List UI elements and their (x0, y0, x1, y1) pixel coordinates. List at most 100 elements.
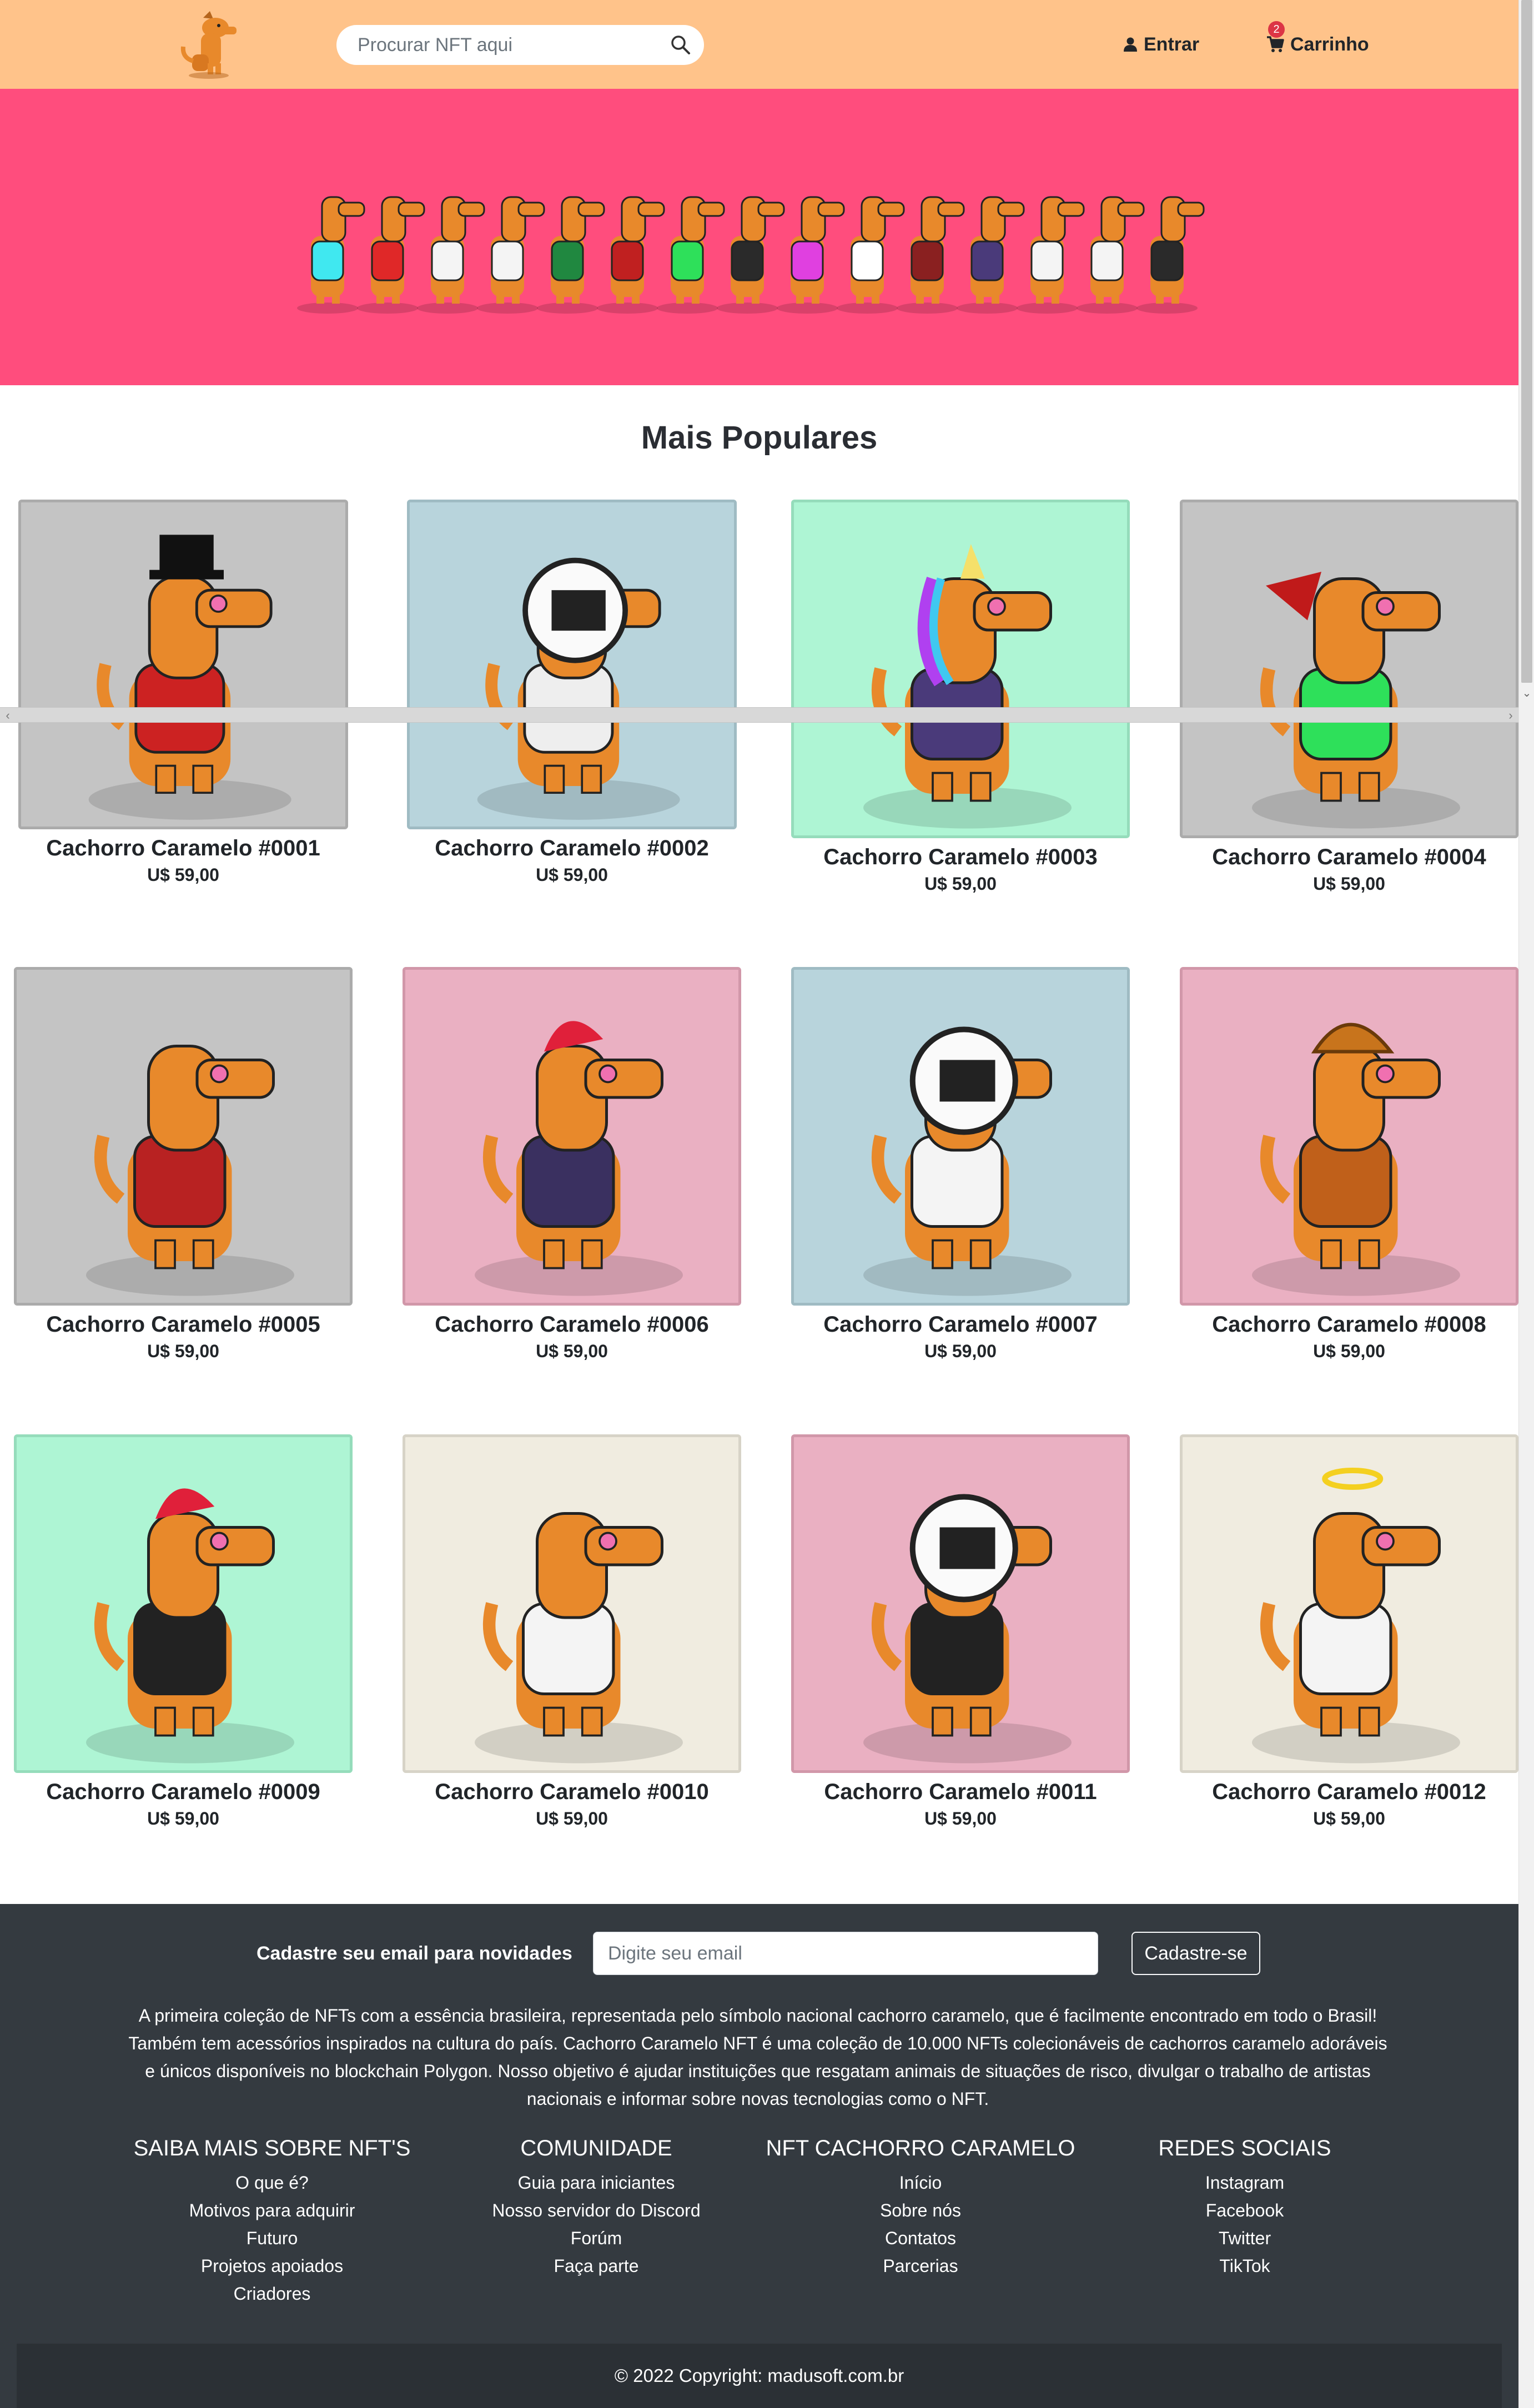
product-image[interactable] (403, 1434, 741, 1773)
scroll-left-icon[interactable]: ‹ (0, 708, 16, 723)
product-name[interactable]: Cachorro Caramelo #0005 (0, 1312, 366, 1337)
product-image[interactable] (1180, 500, 1518, 838)
footer-column-title: NFT Cachorro Caramelo (766, 2136, 1075, 2160)
footer-column-title: Redes Sociais (1158, 2136, 1331, 2160)
dog-nft-image (1252, 1468, 1460, 1764)
product-name[interactable]: Cachorro Caramelo #0008 (1166, 1312, 1532, 1337)
cart-link[interactable]: 2 Carrinho (1266, 21, 1369, 60)
product-price: U$ 59,00 (1313, 874, 1385, 894)
footer-link-motivos[interactable]: Motivos para adquirir (117, 2197, 427, 2224)
scroll-right-icon[interactable]: › (1503, 708, 1518, 723)
footer-column-nft: Saiba mais sobre NFT'S O que é? Motivos … (117, 2136, 427, 2308)
product-card[interactable]: Cachorro Caramelo #0012 U$ 59,00 (1166, 1434, 1532, 1834)
footer-link-inicio[interactable]: Início (765, 2169, 1076, 2197)
product-card[interactable]: Cachorro Caramelo #0007 U$ 59,00 (777, 967, 1144, 1367)
footer-link-projetos[interactable]: Projetos apoiados (117, 2252, 427, 2280)
product-card[interactable]: Cachorro Caramelo #0003 U$ 59,00 (777, 500, 1144, 899)
banner-dog (777, 196, 845, 314)
cart-icon (1267, 36, 1284, 52)
dog-nft-image (86, 1488, 294, 1764)
signup-button[interactable]: Cadastre-se (1131, 1932, 1260, 1975)
horizontal-scrollbar[interactable]: ‹ › (0, 707, 1518, 723)
product-name[interactable]: Cachorro Caramelo #0006 (389, 1312, 755, 1337)
footer: Cadastre seu email para novidades Cadast… (0, 1904, 1518, 2408)
product-image[interactable] (403, 967, 741, 1306)
product-price: U$ 59,00 (924, 874, 997, 894)
product-price: U$ 59,00 (924, 1808, 997, 1828)
scroll-down-icon[interactable]: ⌄ (1519, 686, 1534, 700)
product-name[interactable]: Cachorro Caramelo #0001 (0, 836, 366, 861)
product-card[interactable]: Cachorro Caramelo #0004 U$ 59,00 (1166, 500, 1532, 899)
product-image[interactable] (1180, 967, 1518, 1306)
product-image[interactable] (791, 500, 1130, 838)
product-card[interactable]: Cachorro Caramelo #0001 U$ 59,00 (0, 500, 366, 899)
product-price: U$ 59,00 (536, 865, 608, 885)
newsletter-label: Cadastre seu email para novidades (256, 1943, 572, 1964)
footer-link-o-que-e[interactable]: O que é? (117, 2169, 427, 2197)
product-name[interactable]: Cachorro Caramelo #0011 (777, 1780, 1144, 1805)
logo-dog-icon[interactable] (177, 8, 238, 80)
dog-nft-image (475, 1021, 683, 1296)
user-icon (1124, 37, 1137, 52)
dog-nft-image (1252, 1022, 1460, 1296)
footer-link-twitter[interactable]: Twitter (1089, 2224, 1400, 2252)
scrollbar-thumb[interactable] (1521, 0, 1532, 683)
banner-dogs-illustration (297, 196, 1205, 314)
dog-nft-image (863, 1026, 1072, 1296)
product-card[interactable]: Cachorro Caramelo #0006 U$ 59,00 (389, 967, 755, 1367)
product-image[interactable] (791, 967, 1130, 1306)
product-name[interactable]: Cachorro Caramelo #0003 (777, 845, 1144, 870)
dog-nft-image (863, 1494, 1072, 1764)
product-card[interactable]: Cachorro Caramelo #0008 U$ 59,00 (1166, 967, 1532, 1367)
banner-dog (717, 196, 785, 314)
dog-nft-image (1252, 572, 1460, 829)
product-name[interactable]: Cachorro Caramelo #0012 (1166, 1780, 1532, 1805)
footer-link-forum[interactable]: Forúm (441, 2224, 752, 2252)
product-name[interactable]: Cachorro Caramelo #0004 (1166, 845, 1532, 870)
product-card[interactable]: Cachorro Caramelo #0005 U$ 59,00 (0, 967, 366, 1367)
footer-link-sobre[interactable]: Sobre nós (765, 2197, 1076, 2224)
search-bar (336, 25, 704, 65)
product-image[interactable] (14, 1434, 353, 1773)
footer-column-title: Saiba mais sobre NFT'S (133, 2136, 411, 2160)
footer-column-caramelo: NFT Cachorro Caramelo Início Sobre nós C… (765, 2136, 1076, 2280)
product-image[interactable] (14, 967, 353, 1306)
email-field[interactable] (593, 1932, 1098, 1975)
product-name[interactable]: Cachorro Caramelo #0002 (389, 836, 755, 861)
product-image[interactable] (18, 500, 348, 829)
product-card[interactable]: Cachorro Caramelo #0011 U$ 59,00 (777, 1434, 1144, 1834)
footer-link-guia[interactable]: Guia para iniciantes (441, 2169, 752, 2197)
footer-link-parcerias[interactable]: Parcerias (765, 2252, 1076, 2280)
product-name[interactable]: Cachorro Caramelo #0009 (0, 1780, 366, 1805)
footer-link-tiktok[interactable]: TikTok (1089, 2252, 1400, 2280)
footer-link-contatos[interactable]: Contatos (765, 2224, 1076, 2252)
product-name[interactable]: Cachorro Caramelo #0007 (777, 1312, 1144, 1337)
footer-column-comunidade: Comunidade Guia para iniciantes Nosso se… (441, 2136, 752, 2280)
product-price: U$ 59,00 (147, 865, 219, 885)
footer-link-criadores[interactable]: Criadores (117, 2280, 427, 2308)
dog-nft-image (863, 544, 1072, 829)
search-icon[interactable] (670, 34, 692, 56)
footer-link-instagram[interactable]: Instagram (1089, 2169, 1400, 2197)
banner-dog (837, 196, 905, 314)
footer-link-facebook[interactable]: Facebook (1089, 2197, 1400, 2224)
cart-label: Carrinho (1290, 33, 1369, 55)
product-card[interactable]: Cachorro Caramelo #0009 U$ 59,00 (0, 1434, 366, 1834)
footer-link-futuro[interactable]: Futuro (117, 2224, 427, 2252)
product-name[interactable]: Cachorro Caramelo #0010 (389, 1780, 755, 1805)
product-card[interactable]: Cachorro Caramelo #0002 U$ 59,00 (389, 500, 755, 899)
search-input[interactable] (356, 25, 667, 65)
login-link[interactable]: Entrar (1123, 29, 1199, 60)
product-image[interactable] (1180, 1434, 1518, 1773)
footer-link-discord[interactable]: Nosso servidor do Discord (441, 2197, 752, 2224)
product-price: U$ 59,00 (147, 1341, 219, 1361)
footer-link-faca-parte[interactable]: Faça parte (441, 2252, 752, 2280)
vertical-scrollbar[interactable]: ⌄ (1518, 0, 1534, 2408)
product-card[interactable]: Cachorro Caramelo #0010 U$ 59,00 (389, 1434, 755, 1834)
product-image[interactable] (791, 1434, 1130, 1773)
footer-about-text: A primeira coleção de NFTs com a essênci… (128, 2006, 1387, 2109)
product-image[interactable] (407, 500, 737, 829)
dog-nft-image (475, 1512, 683, 1764)
banner-dog (297, 196, 365, 314)
dog-nft-image (86, 1045, 294, 1296)
